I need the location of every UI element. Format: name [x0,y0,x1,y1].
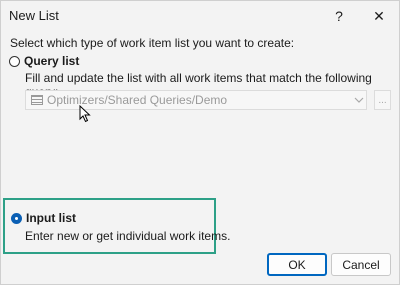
browse-query-button[interactable]: ... [374,90,391,110]
chevron-down-icon[interactable] [352,91,366,109]
query-list-icon [31,95,43,105]
input-list-highlight [3,198,216,254]
query-path-value: Optimizers/Shared Queries/Demo [47,93,228,107]
ok-button[interactable]: OK [267,253,327,276]
help-button[interactable]: ? [319,1,359,31]
new-list-dialog: New List ? ✕ Select which type of work i… [0,0,400,285]
input-list-label: Input list [26,211,76,225]
title-bar: New List ? ✕ [1,1,399,31]
query-path-dropdown[interactable]: Optimizers/Shared Queries/Demo [25,90,367,110]
input-list-radio[interactable] [11,212,22,224]
input-list-option[interactable]: Input list [11,211,76,225]
dialog-prompt: Select which type of work item list you … [10,36,295,50]
close-button[interactable]: ✕ [359,1,399,31]
window-title: New List [9,8,59,23]
query-list-label: Query list [24,54,80,68]
cancel-button[interactable]: Cancel [331,253,391,276]
query-list-radio[interactable] [9,55,20,67]
query-list-option[interactable]: Query list [9,54,79,68]
mouse-pointer-icon [79,105,91,123]
input-list-description: Enter new or get individual work items. [25,229,231,243]
